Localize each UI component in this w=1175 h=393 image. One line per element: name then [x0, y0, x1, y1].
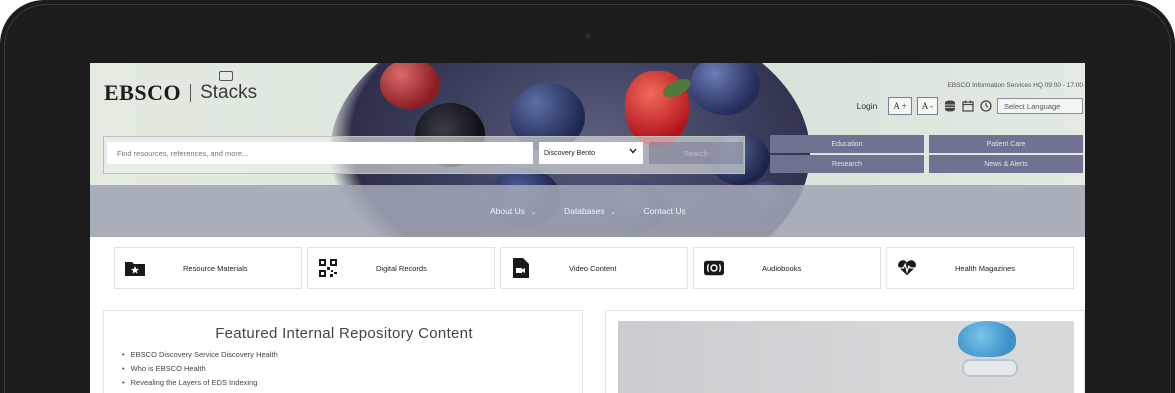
site-logo[interactable]: EBSCO Stacks: [104, 71, 258, 106]
font-increase-button[interactable]: A +: [888, 97, 912, 115]
safety-goggles: [962, 359, 1018, 377]
featured-repository-panel: Featured Internal Repository Content EBS…: [103, 310, 583, 393]
camera-dot: [585, 33, 591, 39]
nav-item-databases[interactable]: Databases ⌄: [564, 206, 616, 216]
chevron-down-icon: [629, 148, 637, 156]
category-health-magazines[interactable]: Health Magazines: [886, 247, 1074, 289]
logo-brand: EBSCO: [104, 80, 182, 105]
quick-link-education[interactable]: Education: [770, 135, 924, 153]
search-button[interactable]: Search: [649, 142, 743, 164]
search-bar: Discovery Bento Search: [103, 136, 745, 174]
clock-icon[interactable]: [979, 100, 992, 113]
quick-link-patient-care[interactable]: Patient Care: [929, 135, 1083, 153]
nav-item-contact-us[interactable]: Contact Us: [644, 206, 686, 216]
utility-bar: Login A + A - Select Language: [857, 97, 1083, 115]
featured-link[interactable]: Who is EBSCO Health: [122, 362, 278, 376]
database-icon[interactable]: [943, 100, 956, 113]
hero-banner: EBSCO Stacks EBSCO Information Services …: [90, 63, 1085, 237]
category-digital-records[interactable]: Digital Records: [307, 247, 495, 289]
featured-link[interactable]: EBSCO Discovery Service Discovery Health: [122, 348, 278, 362]
chevron-down-icon: ⌄: [530, 210, 536, 216]
featured-title: Featured Internal Repository Content: [215, 325, 473, 342]
search-input[interactable]: [107, 142, 533, 164]
category-bar: Resource Materials Digital Records Video…: [114, 247, 1074, 289]
healthcare-worker-image: [618, 321, 1074, 393]
nav-item-label: About Us: [490, 206, 525, 216]
heartbeat-icon: [897, 258, 917, 278]
laptop-screen: EBSCO Stacks EBSCO Information Services …: [90, 63, 1085, 393]
folder-star-icon: [125, 258, 145, 278]
search-scope-select[interactable]: Discovery Bento: [539, 142, 643, 164]
quick-link-research[interactable]: Research: [770, 155, 924, 173]
category-audiobooks[interactable]: Audiobooks: [693, 247, 881, 289]
media-panel: [605, 310, 1085, 393]
featured-list: EBSCO Discovery Service Discovery Health…: [122, 348, 278, 390]
audio-icon: [704, 258, 724, 278]
calendar-icon[interactable]: [961, 100, 974, 113]
chevron-down-icon: ⌄: [610, 210, 616, 216]
books-stack-icon: [219, 71, 234, 81]
qr-code-icon: [318, 258, 338, 278]
category-label: Digital Records: [376, 263, 427, 273]
nav-item-label: Databases: [564, 206, 605, 216]
login-link[interactable]: Login: [857, 101, 878, 111]
featured-link[interactable]: Revealing the Layers of EDS Indexing: [122, 376, 278, 390]
category-label: Video Content: [569, 263, 617, 273]
logo-product: Stacks: [200, 71, 258, 104]
video-file-icon: [511, 258, 531, 278]
main-nav: About Us ⌄ Databases ⌄ Contact Us: [490, 206, 686, 216]
hq-hours: EBSCO Information Services HQ 09:00 - 17…: [947, 82, 1083, 89]
category-resource-materials[interactable]: Resource Materials: [114, 247, 302, 289]
font-decrease-button[interactable]: A -: [916, 97, 938, 115]
category-label: Health Magazines: [955, 263, 1016, 273]
category-label: Resource Materials: [183, 263, 248, 273]
logo-divider: [190, 84, 192, 102]
nav-item-about-us[interactable]: About Us ⌄: [490, 206, 536, 216]
surgical-cap: [958, 321, 1016, 357]
category-label: Audiobooks: [762, 263, 802, 273]
search-scope-value: Discovery Bento: [544, 149, 595, 157]
logo-product-text: Stacks: [200, 82, 258, 103]
quick-link-news-alerts[interactable]: News & Alerts: [929, 155, 1083, 173]
category-video-content[interactable]: Video Content: [500, 247, 688, 289]
language-select[interactable]: Select Language: [997, 98, 1083, 114]
